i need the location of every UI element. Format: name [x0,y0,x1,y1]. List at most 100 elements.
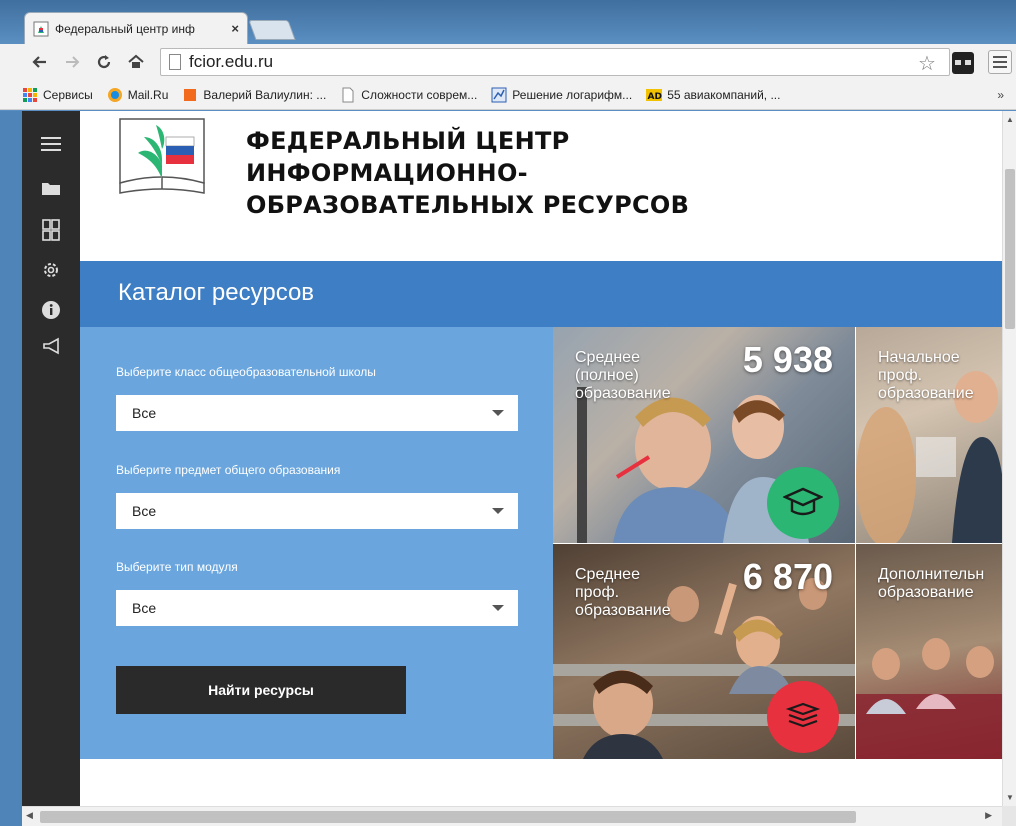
tab-strip: Федеральный центр инф × [0,0,1016,44]
reload-icon [97,55,111,69]
tile-label-line: проф. [575,584,620,601]
vertical-scroll-thumb[interactable] [1005,169,1015,329]
scroll-left-icon[interactable]: ◀ [26,810,33,821]
info-icon[interactable] [38,297,64,323]
megaphone-icon[interactable] [38,333,64,359]
extension-icon[interactable] [952,52,974,74]
browser-window: Федеральный центр инф × fcior.edu.ru ☆ С… [0,0,1016,826]
site-title-line: ИНФОРМАЦИОННО- [246,159,528,187]
bookmark-item[interactable]: Сложности соврем... [340,87,477,103]
bookmarks-overflow-button[interactable]: » [997,88,1004,102]
bookmark-label: Сервисы [43,87,93,102]
horizontal-scroll-thumb[interactable] [40,811,856,823]
graduation-cap-icon [767,467,839,539]
browser-menu-button[interactable] [988,50,1012,74]
bookmark-item[interactable]: Валерий Валиулин: ... [182,87,326,103]
hamburger-menu-icon[interactable] [38,131,64,157]
chevron-down-icon [492,508,504,514]
tile-label: Дополнительн образование [878,566,984,602]
scroll-up-icon[interactable]: ▲ [1006,115,1014,124]
apps-icon [23,87,37,102]
tile-label-line: Среднее [575,566,640,583]
catalog-grid-icon[interactable] [38,217,64,243]
class-select-value: Все [132,405,157,421]
chevron-down-icon [492,410,504,416]
folder-icon[interactable] [38,175,64,201]
vertical-scrollbar[interactable]: ▲ ▼ [1002,111,1016,806]
tile-label: Среднее проф. образование [575,566,671,620]
tile-label: Начальное проф. образование [878,349,974,403]
bookmark-item[interactable]: Решение логарифм... [491,87,632,103]
tile-label-line: образование [878,385,974,402]
resource-count: 6 870 [742,556,833,597]
tile-label-line: (полное) [575,367,639,384]
tab-title: Федеральный центр инф [55,21,195,36]
site-title-line: ФЕДЕРАЛЬНЫЙ ЦЕНТР [246,127,570,155]
catalog-header: Каталог ресурсов [80,261,1002,327]
glasses-icon [955,60,971,65]
bookmarks-bar: Сервисы Mail.Ru Валерий Валиулин: ... Сл… [0,80,1016,110]
subject-select[interactable]: Все [116,493,518,529]
scroll-right-icon[interactable]: ▶ [985,810,992,821]
tile-label-line: образование [575,602,671,619]
back-arrow-icon [32,56,46,68]
bookmark-label: Mail.Ru [127,87,169,102]
tile-label: Среднее (полное) образование [575,349,671,403]
mailru-icon [107,87,122,102]
catalog-heading: Каталог ресурсов [118,279,315,306]
bookmark-star-icon[interactable]: ☆ [918,51,936,76]
chart-icon [491,87,507,102]
browser-tab[interactable]: Федеральный центр инф × [24,12,248,44]
search-form: Выберите класс общеобразовательной школы… [80,327,553,759]
site-title[interactable]: ФЕДЕРАЛЬНЫЙ ЦЕНТР ИНФОРМАЦИОННО- ОБРАЗОВ… [246,125,806,221]
forward-arrow-icon [66,56,80,68]
site-logo-icon [119,118,205,194]
site-header: ФЕДЕРАЛЬНЫЙ ЦЕНТР ИНФОРМАЦИОННО- ОБРАЗОВ… [80,111,1002,261]
close-tab-icon[interactable]: × [231,21,239,36]
subject-select-value: Все [132,503,157,519]
svg-text:AD: AD [648,92,662,102]
subject-select-label: Выберите предмет общего образования [116,463,341,477]
home-icon [128,54,144,68]
page-viewport: ФЕДЕРАЛЬНЫЙ ЦЕНТР ИНФОРМАЦИОННО- ОБРАЗОВ… [22,111,1002,806]
bookmark-label: Сложности соврем... [361,87,478,102]
scroll-down-icon[interactable]: ▼ [1006,793,1014,802]
module-select-label: Выберите тип модуля [116,560,238,574]
tile-label-line: образование [575,385,671,402]
find-resources-button[interactable]: Найти ресурсы [116,666,406,714]
back-button[interactable] [28,50,52,74]
horizontal-scrollbar[interactable]: ◀ ▶ [22,806,1002,826]
tile-label-line: Начальное [878,349,960,366]
gear-icon[interactable] [38,257,64,283]
category-tile-additional[interactable]: Дополнительн образование [856,544,1002,759]
class-select-label: Выберите класс общеобразовательной школы [116,365,376,379]
tile-label-line: образование [878,584,974,601]
books-icon [767,681,839,753]
module-select[interactable]: Все [116,590,518,626]
category-tile-secondary-vocational[interactable]: Среднее проф. образование 6 870 [553,544,855,759]
module-select-value: Все [132,600,157,616]
site-favicon-icon [33,21,49,36]
bookmark-item[interactable]: AD 55 авиакомпаний, ... [646,87,780,103]
reload-button[interactable] [92,50,116,74]
forward-button[interactable] [60,50,84,74]
bookmark-label: 55 авиакомпаний, ... [667,87,781,102]
site-title-line: ОБРАЗОВАТЕЛЬНЫХ РЕСУРСОВ [246,191,690,219]
category-tile-primary-vocational[interactable]: Начальное проф. образование [856,327,1002,543]
blogger-icon [184,88,197,101]
side-navigation [22,111,80,806]
scrollbar-corner [1002,806,1016,826]
window-frame [0,111,22,826]
class-select[interactable]: Все [116,395,518,431]
page-content-area [80,759,1002,806]
bookmark-label: Валерий Валиулин: ... [203,87,327,102]
category-tile-secondary-general[interactable]: Среднее (полное) образование 5 938 [553,327,855,543]
bookmark-item[interactable]: Сервисы [22,87,93,103]
new-tab-button[interactable] [248,20,296,40]
home-button[interactable] [124,50,148,74]
resource-count: 5 938 [742,339,833,380]
page-icon [169,54,181,70]
bookmark-item[interactable]: Mail.Ru [107,87,169,103]
page-icon [342,87,354,102]
address-bar[interactable]: fcior.edu.ru [160,48,950,76]
